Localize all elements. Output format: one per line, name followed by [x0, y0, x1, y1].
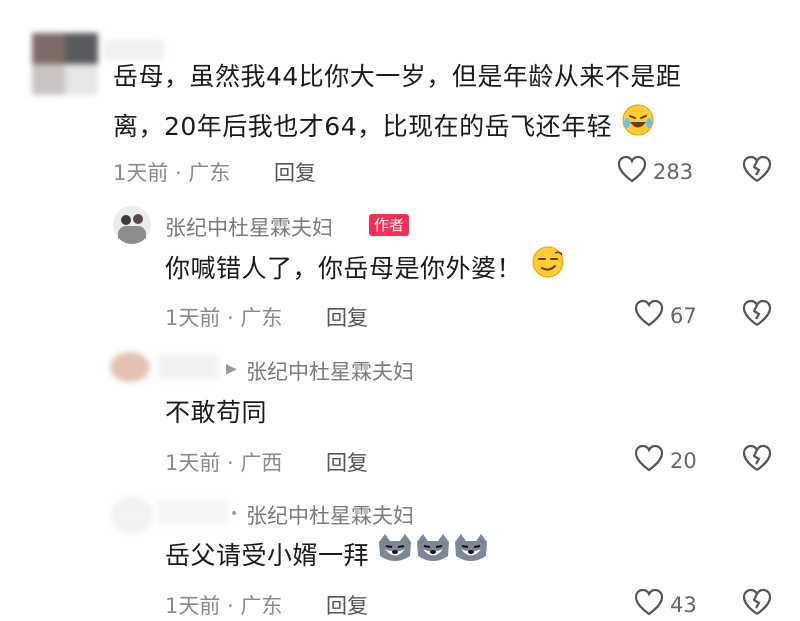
- smirk-emoji-icon: [530, 245, 566, 296]
- dislike-button[interactable]: [742, 444, 772, 476]
- like-count: 283: [653, 159, 694, 184]
- like-button[interactable]: 20: [634, 444, 697, 477]
- like-button[interactable]: 283: [617, 155, 693, 188]
- broken-heart-icon: [742, 155, 772, 187]
- avatar[interactable]: [112, 497, 152, 533]
- husky-dog-emoji-icon: [377, 532, 489, 583]
- time-location: 1天前 · 广东: [165, 594, 283, 618]
- heart-icon: [634, 444, 664, 477]
- reply-text: 岳父请受小婿一拜: [165, 531, 489, 583]
- comment-text: 岳母，虽然我44比你大一岁，但是年龄从来不是距 离，20年后我也才64，比现在的…: [113, 52, 681, 154]
- comment-text-line-1: 岳母，虽然我44比你大一岁，但是年龄从来不是距: [113, 62, 682, 91]
- heart-icon: [634, 299, 664, 332]
- broken-heart-icon: [742, 299, 772, 331]
- reply-text-content: 你喊错人了，你岳母是你外婆！: [165, 254, 523, 283]
- avatar[interactable]: [110, 352, 150, 382]
- broken-heart-icon: [742, 588, 772, 620]
- laughing-crying-emoji-icon: [621, 103, 655, 154]
- time-location: 1天前 · 广东: [113, 161, 231, 185]
- like-count: 67: [670, 303, 697, 328]
- avatar[interactable]: [32, 33, 98, 95]
- reply-button[interactable]: 回复: [326, 447, 368, 477]
- reply-text-content: 岳父请受小婿一拜: [165, 541, 370, 570]
- reply-to-username[interactable]: 张纪中杜星霖夫妇: [246, 356, 414, 386]
- like-button[interactable]: 43: [634, 588, 697, 621]
- author-badge: 作者: [369, 214, 410, 236]
- like-count: 20: [670, 448, 697, 473]
- like-count: 43: [670, 592, 697, 617]
- heart-icon: [634, 588, 664, 621]
- like-button[interactable]: 67: [634, 299, 697, 332]
- dislike-button[interactable]: [742, 299, 772, 331]
- reply-text: 不敢苟同: [165, 398, 268, 427]
- time-location: 1天前 · 广东: [165, 306, 283, 330]
- dislike-button[interactable]: [742, 155, 772, 187]
- username[interactable]: 张纪中杜星霖夫妇: [165, 212, 333, 242]
- username[interactable]: [158, 500, 228, 524]
- reply-text: 你喊错人了，你岳母是你外婆！: [165, 244, 566, 296]
- reply-button[interactable]: 回复: [326, 590, 368, 620]
- comment-text-line-2: 离，20年后我也才64，比现在的岳飞还年轻: [113, 112, 613, 141]
- reply-to-username[interactable]: 张纪中杜星霖夫妇: [246, 500, 414, 530]
- reply-arrow-icon: •: [230, 506, 239, 522]
- time-location: 1天前 · 广西: [165, 451, 283, 475]
- avatar[interactable]: [113, 206, 151, 244]
- broken-heart-icon: [742, 444, 772, 476]
- reply-button[interactable]: 回复: [274, 157, 316, 187]
- reply-button[interactable]: 回复: [326, 302, 368, 332]
- dislike-button[interactable]: [742, 588, 772, 620]
- username[interactable]: [158, 355, 218, 379]
- reply-arrow-icon: ▶: [226, 361, 237, 377]
- heart-icon: [617, 155, 647, 188]
